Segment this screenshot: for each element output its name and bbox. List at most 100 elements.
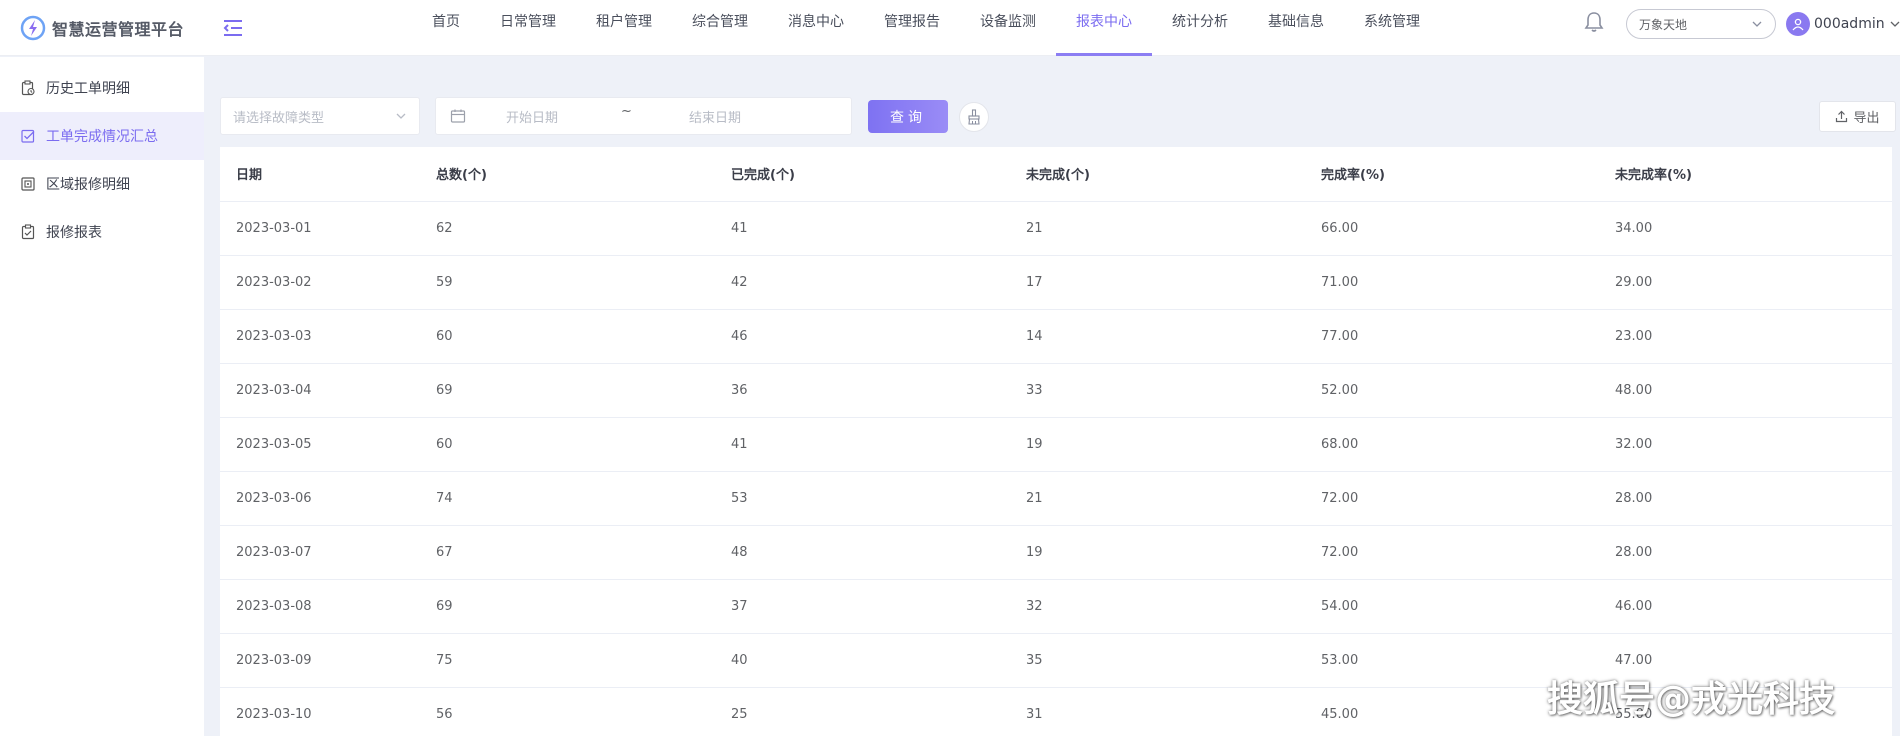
column-header-total[interactable]: 总数(个)	[420, 147, 715, 202]
table-cell: 77.00	[1305, 309, 1599, 364]
table-header-row: 日期 总数(个) 已完成(个) 未完成(个) 完成率(%) 未完成率(%)	[220, 147, 1892, 202]
nav-item-messages[interactable]: 消息中心	[768, 0, 864, 56]
nav-item-general[interactable]: 综合管理	[672, 0, 768, 56]
date-range-picker[interactable]: 开始日期 ~ 结束日期	[435, 97, 852, 135]
nav-item-tenant[interactable]: 租户管理	[576, 0, 672, 56]
user-menu[interactable]: 000admin	[1786, 12, 1900, 36]
broom-icon	[968, 109, 980, 125]
column-header-date[interactable]: 日期	[220, 147, 420, 202]
table-cell: 35	[1010, 633, 1305, 688]
table-cell: 41	[715, 201, 1010, 256]
column-header-completed[interactable]: 已完成(个)	[715, 147, 1010, 202]
table-row[interactable]: 2023-03-08 69 37 32 54.00 46.00	[220, 579, 1892, 634]
sidebar-item-label: 工单完成情况汇总	[46, 129, 158, 145]
table-row[interactable]: 2023-03-01 62 41 21 66.00 34.00	[220, 201, 1892, 256]
region-icon	[21, 177, 35, 191]
table-cell: 66.00	[1305, 201, 1599, 256]
table-cell: 2023-03-06	[220, 471, 420, 526]
query-button[interactable]: 查询	[868, 100, 948, 133]
table-cell: 19	[1010, 525, 1305, 580]
user-name: 000admin	[1814, 16, 1885, 32]
app-title: 智慧运营管理平台	[52, 19, 185, 39]
site-select-value: 万象天地	[1639, 17, 1688, 32]
table-cell: 14	[1010, 309, 1305, 364]
table-cell: 46.00	[1599, 579, 1892, 634]
table-cell: 21	[1010, 471, 1305, 526]
table-cell: 62	[420, 201, 715, 256]
table-cell: 19	[1010, 417, 1305, 472]
table-cell: 54.00	[1305, 579, 1599, 634]
column-header-uncompletion-rate[interactable]: 未完成率(%)	[1599, 147, 1892, 202]
table-row[interactable]: 2023-03-03 60 46 14 77.00 23.00	[220, 309, 1892, 364]
sidebar-item-label: 区域报修明细	[46, 177, 130, 193]
sidebar-item-order-summary[interactable]: 工单完成情况汇总	[0, 112, 204, 160]
table-cell: 2023-03-02	[220, 255, 420, 310]
table-cell: 69	[420, 363, 715, 418]
bell-icon[interactable]	[1582, 10, 1606, 34]
table-row[interactable]: 2023-03-02 59 42 17 71.00 29.00	[220, 255, 1892, 310]
chevron-down-icon	[1890, 21, 1900, 27]
summary-table: 日期 总数(个) 已完成(个) 未完成(个) 完成率(%) 未完成率(%) 20…	[220, 147, 1892, 736]
table-cell: 2023-03-08	[220, 579, 420, 634]
table-row[interactable]: 2023-03-06 74 53 21 72.00 28.00	[220, 471, 1892, 526]
column-header-completion-rate[interactable]: 完成率(%)	[1305, 147, 1599, 202]
table-cell: 2023-03-05	[220, 417, 420, 472]
top-header: 智慧运营管理平台 首页 日常管理 租户管理 综合管理 消息中心 管理报告 设备监…	[0, 0, 1900, 56]
table-cell: 2023-03-01	[220, 201, 420, 256]
table-cell: 17	[1010, 255, 1305, 310]
table-cell: 29.00	[1599, 255, 1892, 310]
nav-item-home[interactable]: 首页	[412, 0, 480, 56]
column-header-uncompleted[interactable]: 未完成(个)	[1010, 147, 1305, 202]
collapse-menu-button[interactable]	[220, 15, 246, 41]
table-row[interactable]: 2023-03-04 69 36 33 52.00 48.00	[220, 363, 1892, 418]
table-row[interactable]: 2023-03-07 67 48 19 72.00 28.00	[220, 525, 1892, 580]
table-cell: 2023-03-03	[220, 309, 420, 364]
nav-item-statistics[interactable]: 统计分析	[1152, 0, 1248, 56]
clipboard-clock-icon	[21, 80, 35, 96]
sidebar-item-repair-report[interactable]: 报修报表	[0, 208, 204, 256]
sidebar-item-label: 历史工单明细	[46, 81, 130, 97]
table-cell: 34.00	[1599, 201, 1892, 256]
logo-icon	[20, 15, 46, 40]
table-cell: 36	[715, 363, 1010, 418]
table-cell: 60	[420, 309, 715, 364]
site-select[interactable]: 万象天地	[1626, 9, 1776, 39]
table-row[interactable]: 2023-03-05 60 41 19 68.00 32.00	[220, 417, 1892, 472]
sidebar-item-history-orders[interactable]: 历史工单明细	[0, 64, 204, 112]
clear-button[interactable]	[959, 102, 989, 132]
watermark: 搜狐号@戎光科技	[1547, 679, 1836, 720]
start-date-input[interactable]: 开始日期	[506, 107, 558, 126]
table-cell: 52.00	[1305, 363, 1599, 418]
table-cell: 21	[1010, 201, 1305, 256]
sidebar-item-region-repairs[interactable]: 区域报修明细	[0, 160, 204, 208]
table-cell: 40	[715, 633, 1010, 688]
user-icon	[1792, 18, 1804, 31]
nav-item-basic-info[interactable]: 基础信息	[1248, 0, 1344, 56]
nav-item-daily[interactable]: 日常管理	[480, 0, 576, 56]
table-cell: 42	[715, 255, 1010, 310]
chevron-down-icon	[1752, 21, 1762, 27]
table-cell: 48.00	[1599, 363, 1892, 418]
checkbox-icon	[21, 129, 35, 143]
logo[interactable]: 智慧运营管理平台	[0, 0, 205, 56]
nav-item-system[interactable]: 系统管理	[1344, 0, 1440, 56]
table-cell: 23.00	[1599, 309, 1892, 364]
nav-item-report-center[interactable]: 报表中心	[1056, 0, 1152, 56]
table-cell: 53	[715, 471, 1010, 526]
table-cell: 37	[715, 579, 1010, 634]
nav-item-device-monitor[interactable]: 设备监测	[960, 0, 1056, 56]
top-nav: 首页 日常管理 租户管理 综合管理 消息中心 管理报告 设备监测 报表中心 统计…	[412, 0, 1440, 56]
export-button[interactable]: 导出	[1819, 101, 1896, 132]
fault-type-select[interactable]: 请选择故障类型	[220, 97, 420, 135]
chevron-down-icon	[396, 113, 406, 119]
end-date-input[interactable]: 结束日期	[689, 107, 741, 126]
clipboard-check-icon	[21, 224, 35, 240]
fault-type-placeholder: 请选择故障类型	[233, 110, 325, 126]
sidebar-item-label: 报修报表	[46, 225, 102, 241]
table-cell: 68.00	[1305, 417, 1599, 472]
table-cell: 28.00	[1599, 525, 1892, 580]
table-cell: 48	[715, 525, 1010, 580]
nav-item-reports-mgmt[interactable]: 管理报告	[864, 0, 960, 56]
table-cell: 2023-03-04	[220, 363, 420, 418]
table-cell: 60	[420, 417, 715, 472]
